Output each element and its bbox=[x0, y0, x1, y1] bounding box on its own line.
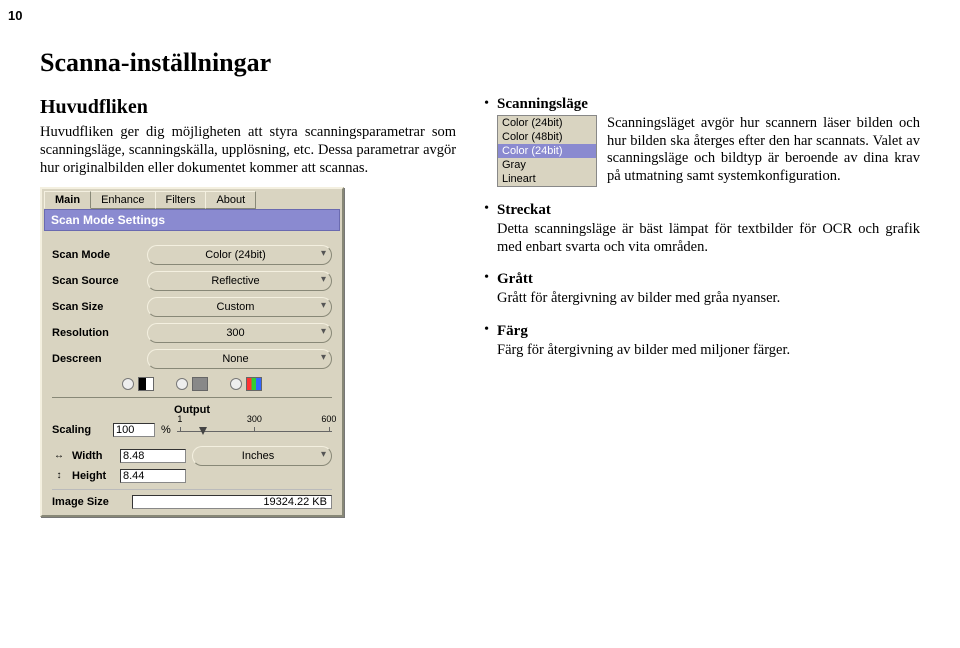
height-input[interactable]: 8.44 bbox=[120, 469, 186, 483]
panel-title: Scan Mode Settings bbox=[44, 209, 340, 231]
list-item-selected[interactable]: Color (24bit) bbox=[498, 144, 596, 158]
panel-tabs: Main Enhance Filters About bbox=[42, 189, 342, 209]
resolution-label: Resolution bbox=[52, 327, 147, 339]
scan-size-dropdown[interactable]: Custom bbox=[147, 297, 332, 317]
farg-title: Färg bbox=[497, 323, 528, 339]
height-label: Height bbox=[72, 470, 114, 482]
intro-paragraph: Huvudfliken ger dig möjligheten att styr… bbox=[40, 123, 456, 177]
scan-mode-options-list: Color (24bit) Color (48bit) Color (24bit… bbox=[497, 115, 597, 187]
radio-color[interactable] bbox=[230, 377, 262, 391]
scaling-input[interactable]: 100 bbox=[113, 423, 155, 437]
gratt-text: Grått för återgivning av bilder med gråa… bbox=[497, 290, 780, 308]
gratt-title: Grått bbox=[497, 271, 533, 287]
list-item[interactable]: Color (24bit) bbox=[498, 116, 596, 130]
output-label: Output bbox=[52, 404, 332, 416]
scan-mode-label: Scan Mode bbox=[52, 249, 147, 261]
radio-gray[interactable] bbox=[176, 377, 208, 391]
tick-1: 1 bbox=[177, 414, 182, 424]
bw-swatch-icon bbox=[138, 377, 154, 391]
scan-mode-dropdown[interactable]: Color (24bit) bbox=[147, 245, 332, 265]
image-size-label: Image Size bbox=[52, 496, 132, 508]
bullet-icon: • bbox=[484, 270, 489, 308]
scan-source-label: Scan Source bbox=[52, 275, 147, 287]
streckat-text: Detta scanningsläge är bäst lämpat för t… bbox=[497, 221, 920, 256]
list-item[interactable]: Lineart bbox=[498, 172, 596, 186]
page-title: Scanna-inställningar bbox=[40, 48, 920, 78]
list-item[interactable]: Gray bbox=[498, 158, 596, 172]
scaling-slider[interactable]: 1 300 600 bbox=[177, 422, 332, 438]
tab-about[interactable]: About bbox=[205, 191, 256, 209]
descreen-label: Descreen bbox=[52, 353, 147, 365]
radio-bw[interactable] bbox=[122, 377, 154, 391]
bullet-icon: • bbox=[484, 201, 489, 256]
bullet-icon: • bbox=[484, 96, 489, 187]
bullet-icon: • bbox=[484, 322, 489, 360]
tab-enhance[interactable]: Enhance bbox=[90, 191, 155, 209]
scanningslage-text: Scanningsläget avgör hur scannern läser … bbox=[607, 115, 920, 186]
scaling-label: Scaling bbox=[52, 424, 107, 436]
color-swatch-icon bbox=[246, 377, 262, 391]
units-dropdown[interactable]: Inches bbox=[192, 446, 332, 466]
farg-text: Färg för återgivning av bilder med miljo… bbox=[497, 342, 790, 360]
tab-filters[interactable]: Filters bbox=[155, 191, 207, 209]
image-size-value: 19324.22 KB bbox=[132, 495, 332, 509]
scaling-percent: % bbox=[161, 424, 171, 436]
scan-size-label: Scan Size bbox=[52, 301, 147, 313]
scan-source-dropdown[interactable]: Reflective bbox=[147, 271, 332, 291]
width-label: Width bbox=[72, 450, 114, 462]
scan-settings-panel: Main Enhance Filters About Scan Mode Set… bbox=[40, 187, 344, 517]
height-icon: ↕ bbox=[52, 469, 66, 483]
tab-main[interactable]: Main bbox=[44, 191, 91, 209]
resolution-dropdown[interactable]: 300 bbox=[147, 323, 332, 343]
tick-600: 600 bbox=[321, 414, 336, 424]
tick-300: 300 bbox=[247, 414, 262, 424]
descreen-dropdown[interactable]: None bbox=[147, 349, 332, 369]
streckat-title: Streckat bbox=[497, 202, 551, 218]
page-number: 10 bbox=[8, 8, 22, 23]
width-input[interactable]: 8.48 bbox=[120, 449, 186, 463]
width-icon: ↔ bbox=[52, 449, 66, 463]
scanningslage-title: Scanningsläge bbox=[497, 96, 920, 113]
list-item[interactable]: Color (48bit) bbox=[498, 130, 596, 144]
gray-swatch-icon bbox=[192, 377, 208, 391]
mode-radio-group bbox=[52, 377, 332, 391]
section-heading: Huvudfliken bbox=[40, 96, 456, 119]
